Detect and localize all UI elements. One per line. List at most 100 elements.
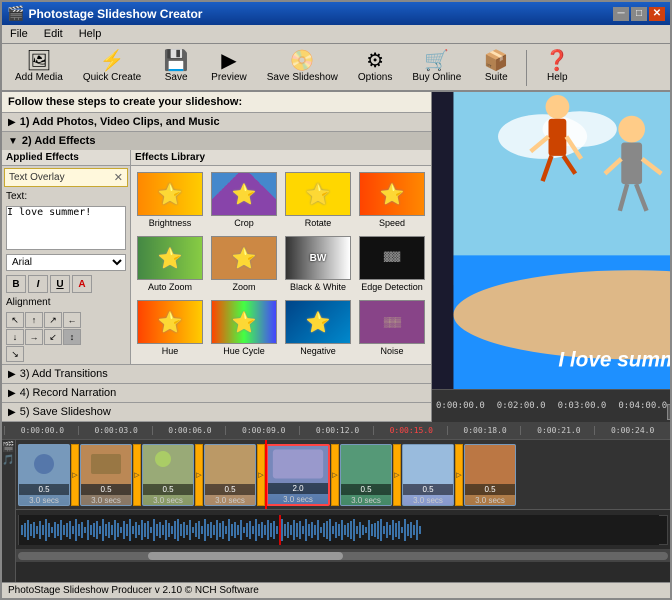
minimize-button[interactable]: ─ [613,7,629,21]
main-window: 🎬 Photostage Slideshow Creator ─ □ ✕ Fil… [0,0,672,600]
effect-posterize[interactable]: P Posterize [357,362,427,364]
suite-label: Suite [485,72,508,83]
applied-effect-item[interactable]: Text Overlay ✕ [4,168,128,187]
window-title: Photostage Slideshow Creator [28,7,202,21]
help-icon: ❓ [545,51,570,71]
applied-effects-header: Applied Effects [2,150,130,166]
align-left[interactable]: ← [63,312,81,328]
time-start: 0:00:00.0 [436,401,485,411]
effect-oldfilm[interactable]: 🎞 Old Film [209,362,279,364]
close-button[interactable]: ✕ [649,7,665,21]
step5-label: 5) Save Slideshow [20,406,111,418]
help-button[interactable]: ❓ Help [535,48,579,86]
effects-library: Effects Library ⭐ Brightness ⭐ Crop [131,150,431,364]
clip-5-duration: 2.0 [268,483,328,494]
remove-effect-button[interactable]: ✕ [114,171,123,184]
effect-pixelate[interactable]: ⭐ Pixelate [283,362,353,364]
applied-effects-panel: Applied Effects Text Overlay ✕ Text: I l… [2,150,131,364]
step3-arrow: ▶ [8,369,16,380]
right-panel: I love summer! 0:00:00.0 0:02:00.0 0:03:… [432,92,670,422]
title-controls: ─ □ ✕ [613,7,665,21]
step1-header[interactable]: ▶ 1) Add Photos, Video Clips, and Music [2,113,431,131]
save-slideshow-label: Save Slideshow [267,72,338,83]
options-label: Options [358,72,392,83]
effect-noise[interactable]: ▒▒▒ Noise [357,298,427,358]
align-topright[interactable]: ↗ [44,312,62,328]
clip-2[interactable]: 0.5 3.0 secs [80,444,132,506]
align-bottomright[interactable]: ↘ [6,346,24,362]
rewind-button[interactable]: ⏮ [667,404,670,420]
effect-rotate[interactable]: ⭐ Rotate [283,170,353,230]
clip-4[interactable]: 0.5 3.0 secs [204,444,256,506]
preview-button[interactable]: ▶ Preview [204,48,254,86]
effect-brightness[interactable]: ⭐ Brightness [135,170,205,230]
align-down[interactable]: ↓ [6,329,24,345]
clip-3[interactable]: 0.5 3.0 secs [142,444,194,506]
time-mark-6: 0:00:18.0 [447,426,521,435]
left-panel: Follow these steps to create your slides… [2,92,432,422]
italic-button[interactable]: I [28,275,48,293]
align-right[interactable]: → [25,329,43,345]
scrollbar-thumb[interactable] [148,552,343,560]
color-button[interactable]: A [72,275,92,293]
align-top[interactable]: ↑ [25,312,43,328]
effect-speed[interactable]: ⭐ Speed [357,170,427,230]
effect-autozoom[interactable]: ⭐ Auto Zoom [135,234,205,294]
clip-6-secs: 3.0 secs [341,495,391,505]
suite-button[interactable]: 📦 Suite [474,48,518,86]
font-family-select[interactable]: Arial [6,254,126,271]
audio-track-icon: 🎵 [2,455,14,466]
options-button[interactable]: ⚙ Options [351,48,399,86]
timeline-scrollbar[interactable] [16,550,670,562]
crop-label: Crop [234,218,254,228]
add-media-button[interactable]: 🖼 Add Media [8,48,70,86]
step3-label: 3) Add Transitions [20,368,108,380]
svg-text:I love summer!: I love summer! [558,349,670,372]
time-mark-1: 0:00:03.0 [78,426,152,435]
effect-blackwhite[interactable]: BW Black & White [283,234,353,294]
effects-panel: Applied Effects Text Overlay ✕ Text: I l… [2,150,431,364]
effect-crop[interactable]: ⭐ Crop [209,170,279,230]
buy-online-button[interactable]: 🛒 Buy Online [405,48,468,86]
step2-header[interactable]: ▼ 2) Add Effects [2,132,431,150]
zoom-thumb: ⭐ [211,236,277,280]
clip-7[interactable]: 0.5 3.0 secs [402,444,454,506]
align-topleft[interactable]: ↖ [6,312,24,328]
step3-header[interactable]: ▶ 3) Add Transitions [2,365,431,383]
effect-huecycle[interactable]: ⭐ Hue Cycle [209,298,279,358]
text-field-label: Text: [2,189,130,204]
effect-negative[interactable]: ⭐ Negative [283,298,353,358]
time-mark-7: 0:00:21.0 [520,426,594,435]
clip-5[interactable]: 2.0 3.0 secs [266,444,330,506]
underline-button[interactable]: U [50,275,70,293]
effect-edge[interactable]: ▓▓▓ Edge Detection [357,234,427,294]
help-label: Help [547,72,568,83]
library-header: Effects Library [131,150,431,166]
effect-oilpainting[interactable]: 🎨 Oil Painting [135,362,205,364]
bold-button[interactable]: B [6,275,26,293]
steps-header-text: Follow these steps to create your slides… [8,96,242,108]
effect-hue[interactable]: ⭐ Hue [135,298,205,358]
step5-header[interactable]: ▶ 5) Save Slideshow [2,403,431,421]
overlay-text-input[interactable]: I love summer! [6,206,126,250]
quick-create-button[interactable]: ⚡ Quick Create [76,48,148,86]
negative-star: ⭐ [306,310,331,335]
maximize-button[interactable]: □ [631,7,647,21]
rotate-thumb: ⭐ [285,172,351,216]
align-center[interactable]: ↕ [63,329,81,345]
save-slideshow-button[interactable]: 📀 Save Slideshow [260,48,345,86]
brightness-thumb: ⭐ [137,172,203,216]
menu-help[interactable]: Help [75,27,106,41]
clip-1[interactable]: 0.5 3.0 secs [18,444,70,506]
menu-edit[interactable]: Edit [40,27,67,41]
step4-header[interactable]: ▶ 4) Record Narration [2,384,431,402]
clip-8[interactable]: 0.5 3.0 secs [464,444,516,506]
clip-6[interactable]: 0.5 3.0 secs [340,444,392,506]
hue-label: Hue [162,346,179,356]
menu-file[interactable]: File [6,27,32,41]
align-bottomleft[interactable]: ↙ [44,329,62,345]
crop-thumb: ⭐ [211,172,277,216]
effect-zoom[interactable]: ⭐ Zoom [209,234,279,294]
add-media-icon: 🖼 [26,51,51,71]
save-button[interactable]: 💾 Save [154,48,198,86]
